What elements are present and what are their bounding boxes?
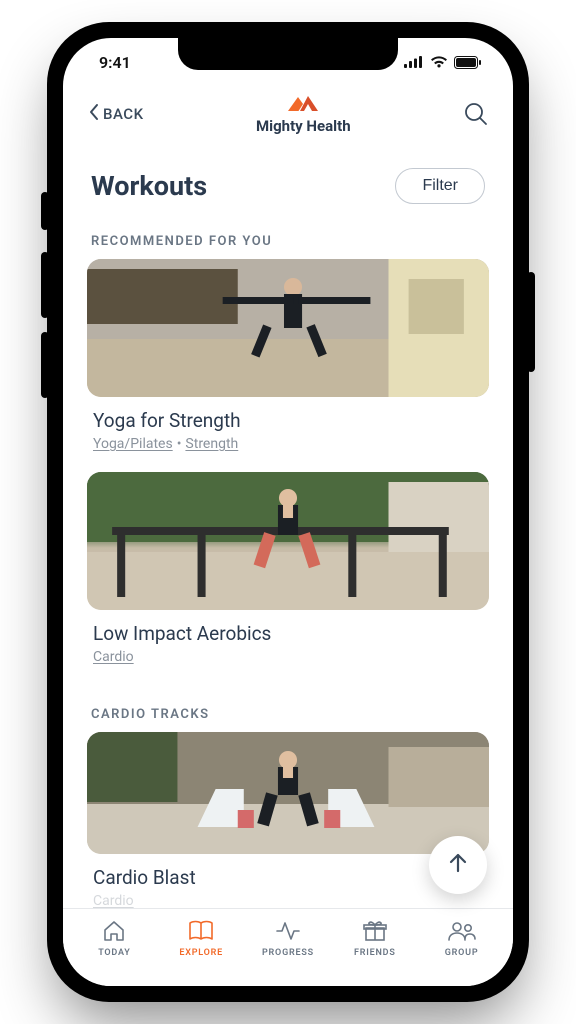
search-button[interactable] [463, 101, 489, 127]
gift-icon [362, 919, 388, 943]
tab-label: TODAY [98, 948, 130, 958]
tab-explore[interactable]: EXPLORE [165, 919, 237, 958]
group-icon [447, 919, 477, 943]
top-nav: BACK Mighty Health [63, 86, 513, 142]
tab-label: GROUP [445, 948, 479, 958]
tab-progress[interactable]: PROGRESS [252, 919, 324, 958]
workout-card[interactable]: Yoga for Strength Yoga/Pilates•Strength [63, 259, 513, 472]
status-time: 9:41 [99, 53, 131, 72]
side-button [41, 332, 49, 398]
tag-link[interactable]: Cardio [93, 649, 134, 665]
tab-label: FRIENDS [354, 948, 396, 958]
tab-friends[interactable]: FRIENDS [339, 919, 411, 958]
tab-label: EXPLORE [179, 948, 223, 958]
side-button [41, 192, 49, 230]
arrow-up-icon [445, 850, 471, 880]
workout-tags: Yoga/Pilates•Strength [93, 436, 489, 452]
workout-thumbnail [87, 472, 489, 610]
side-button [527, 272, 535, 372]
tab-bar: TODAY EXPLORE PROGRESS [63, 908, 513, 986]
tag-link[interactable]: Strength [185, 436, 238, 452]
workout-title: Yoga for Strength [93, 409, 489, 432]
page-title: Workouts [91, 170, 207, 202]
side-button [41, 252, 49, 318]
brand-logo: Mighty Health [256, 93, 351, 135]
workout-card[interactable]: Cardio Blast Cardio [63, 732, 513, 929]
phone-frame: 9:41 BACK [47, 22, 529, 1002]
section-label-recommended: RECOMMENDED FOR YOU [63, 212, 513, 259]
status-indicators [404, 56, 481, 69]
back-label: BACK [103, 105, 144, 123]
chevron-left-icon [87, 103, 101, 125]
cellular-icon [404, 56, 424, 68]
section-label-cardio: CARDIO TRACKS [63, 685, 513, 732]
workout-thumbnail [87, 732, 489, 854]
workout-thumbnail [87, 259, 489, 397]
tab-today[interactable]: TODAY [78, 919, 150, 958]
tab-group[interactable]: GROUP [426, 919, 498, 958]
brand-name: Mighty Health [256, 117, 351, 135]
phone-screen: 9:41 BACK [63, 38, 513, 986]
workout-title: Low Impact Aerobics [93, 622, 489, 645]
tab-label: PROGRESS [262, 948, 314, 958]
mountain-logo-icon [286, 93, 320, 115]
search-icon [463, 101, 489, 127]
activity-icon [275, 919, 301, 943]
book-icon [187, 919, 215, 943]
phone-notch [178, 38, 398, 70]
tag-link[interactable]: Cardio [93, 893, 134, 909]
scroll-to-top-button[interactable] [429, 836, 487, 894]
workout-card[interactable]: Low Impact Aerobics Cardio [63, 472, 513, 685]
back-button[interactable]: BACK [87, 103, 144, 125]
filter-button[interactable]: Filter [395, 168, 485, 204]
home-icon [101, 919, 127, 943]
workout-tags: Cardio [93, 893, 489, 909]
battery-icon [454, 56, 481, 69]
tag-link[interactable]: Yoga/Pilates [93, 436, 173, 452]
wifi-icon [430, 56, 448, 68]
workout-tags: Cardio [93, 649, 489, 665]
